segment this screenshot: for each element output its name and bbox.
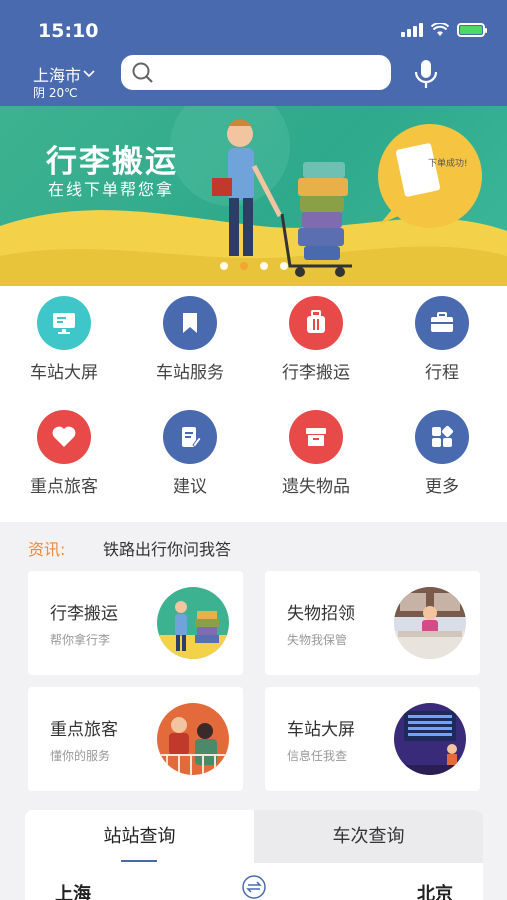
carousel-dots[interactable] (220, 262, 288, 270)
news-text[interactable]: 铁路出行你问我答 (103, 536, 231, 560)
card-image (394, 703, 466, 775)
card-luggage[interactable]: 行李搬运 帮你拿行李 (28, 571, 243, 675)
city-label: 上海市 (33, 66, 82, 85)
edit-document-icon (163, 410, 217, 464)
card-title: 车站大屏 (287, 720, 355, 740)
grid-label: 建议 (173, 477, 207, 497)
card-image (157, 587, 229, 659)
service-grid: 车站大屏 车站服务 行李搬运 行程 重点旅客 建议 遗失物品 更多 (0, 286, 507, 522)
banner-subtitle: 在线下单帮您拿 (48, 180, 175, 199)
carousel-dot-active[interactable] (240, 262, 248, 270)
carousel-dot[interactable] (220, 262, 228, 270)
briefcase-icon (415, 296, 469, 350)
grid-item-station-screen[interactable]: 车站大屏 (14, 296, 114, 383)
card-image (157, 703, 229, 775)
heart-icon (37, 410, 91, 464)
grid-label: 行李搬运 (282, 363, 350, 383)
carousel-dot[interactable] (260, 262, 268, 270)
banner-bubble-text: 下单成功! (428, 159, 468, 169)
tab-station-to-station[interactable]: 站站查询 (25, 810, 254, 863)
chevron-down-icon (83, 70, 95, 78)
tab-train-number[interactable]: 车次查询 (254, 810, 483, 863)
ticket-query-panel: 站站查询 车次查询 上海 北京 (25, 810, 483, 900)
city-selector[interactable]: 上海市 (33, 62, 95, 86)
grid-item-more[interactable]: 更多 (392, 410, 492, 497)
battery-icon (457, 23, 487, 37)
box-icon (289, 410, 343, 464)
banner-title: 行李搬运 (46, 144, 178, 180)
search-icon (132, 62, 153, 83)
to-station[interactable]: 北京 (417, 880, 453, 900)
swap-stations-icon[interactable] (241, 874, 267, 900)
grid-item-suggestion[interactable]: 建议 (140, 410, 240, 497)
grid-item-station-service[interactable]: 车站服务 (140, 296, 240, 383)
card-title: 失物招领 (287, 604, 355, 624)
card-lost-found[interactable]: 失物招领 失物我保管 (265, 571, 480, 675)
card-station-screen[interactable]: 车站大屏 信息任我查 (265, 687, 480, 791)
card-subtitle: 帮你拿行李 (50, 633, 111, 647)
microphone-icon[interactable] (413, 59, 439, 89)
search-bar[interactable] (121, 55, 391, 90)
card-priority-passenger[interactable]: 重点旅客 懂你的服务 (28, 687, 243, 791)
status-time: 15:10 (38, 20, 99, 42)
grid-item-luggage[interactable]: 行李搬运 (266, 296, 366, 383)
card-subtitle: 信息任我查 (287, 749, 348, 763)
grid-label: 车站大屏 (30, 363, 98, 383)
search-input[interactable] (163, 55, 383, 90)
monitor-icon (37, 296, 91, 350)
suitcase-icon (289, 296, 343, 350)
card-title: 重点旅客 (50, 720, 118, 740)
apps-icon (415, 410, 469, 464)
card-image (394, 587, 466, 659)
grid-label: 遗失物品 (282, 477, 350, 497)
grid-label: 更多 (425, 477, 459, 497)
grid-label: 重点旅客 (30, 477, 98, 497)
card-subtitle: 失物我保管 (287, 633, 348, 647)
weather-text: 阴 20℃ (33, 86, 78, 100)
grid-label: 车站服务 (156, 363, 224, 383)
active-tab-indicator (121, 860, 157, 862)
promo-banner[interactable]: 行李搬运 在线下单帮您拿 下单成功! (0, 106, 507, 286)
grid-item-itinerary[interactable]: 行程 (392, 296, 492, 383)
card-title: 行李搬运 (50, 604, 118, 624)
news-tag: 资讯: (28, 540, 66, 559)
grid-item-priority-passenger[interactable]: 重点旅客 (14, 410, 114, 497)
card-subtitle: 懂你的服务 (50, 749, 111, 763)
grid-item-lost-items[interactable]: 遗失物品 (266, 410, 366, 497)
wifi-icon (431, 23, 449, 36)
app-header: 15:10 上海市 阴 20℃ (0, 0, 507, 106)
bookmark-icon (163, 296, 217, 350)
signal-icon (401, 23, 423, 37)
carousel-dot[interactable] (280, 262, 288, 270)
news-ticker[interactable]: 资讯: 铁路出行你问我答 (0, 530, 507, 562)
from-station[interactable]: 上海 (55, 880, 91, 900)
grid-label: 行程 (425, 363, 459, 383)
status-icons (401, 23, 487, 37)
